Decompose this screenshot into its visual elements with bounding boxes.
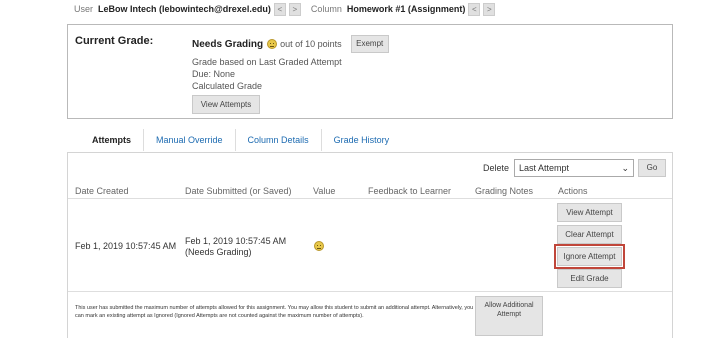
row-submitted-status: (Needs Grading) — [185, 247, 252, 257]
max-attempts-message: This user has submitted the maximum numb… — [75, 305, 474, 319]
delete-select[interactable]: Last Attempt ⌄ — [514, 159, 634, 177]
chevron-down-icon: ⌄ — [621, 163, 629, 173]
column-value: Homework #1 (Assignment) — [346, 4, 466, 14]
tab-grade-history[interactable]: Grade History — [322, 129, 402, 151]
view-attempt-button[interactable]: View Attempt — [557, 203, 622, 222]
header-actions: Actions — [558, 186, 588, 196]
current-grade-details: Needs Grading out of 10 points Exempt Gr… — [192, 35, 389, 114]
points-possible: out of 10 points — [280, 39, 342, 49]
tab-attempts[interactable]: Attempts — [80, 129, 145, 151]
header-feedback: Feedback to Learner — [368, 186, 452, 196]
user-value: LeBow Intech (lebowintech@drexel.edu) — [98, 4, 271, 14]
header-bar: User LeBow Intech (lebowintech@drexel.ed… — [74, 2, 496, 16]
current-grade-title: Current Grade: — [75, 35, 154, 47]
grade-type: Calculated Grade — [192, 81, 263, 91]
user-next-icon[interactable]: > — [288, 2, 301, 16]
needs-grading-icon — [314, 241, 324, 251]
user-label: User — [74, 4, 94, 14]
attempts-panel: Delete Last Attempt ⌄ Go Date Created Da… — [67, 152, 673, 338]
allow-additional-attempt-button[interactable]: Allow Additional Attempt — [475, 296, 543, 336]
delete-select-value: Last Attempt — [519, 163, 570, 173]
tab-column-details[interactable]: Column Details — [236, 129, 322, 151]
header-grading-notes: Grading Notes — [475, 186, 534, 196]
header-divider — [68, 198, 672, 199]
tab-bar: Attempts Manual Override Column Details … — [80, 128, 401, 152]
grade-basis: Grade based on Last Graded Attempt — [192, 57, 342, 67]
go-button[interactable]: Go — [638, 159, 666, 177]
row-date-created: Feb 1, 2019 10:57:45 AM — [75, 241, 177, 251]
exempt-button[interactable]: Exempt — [350, 35, 389, 53]
delete-bar: Delete Last Attempt ⌄ Go — [483, 159, 666, 177]
view-attempts-button[interactable]: View Attempts — [192, 95, 260, 114]
column-label: Column — [310, 4, 342, 14]
header-date-created: Date Created — [75, 186, 129, 196]
tab-manual-override[interactable]: Manual Override — [144, 129, 236, 151]
user-prev-icon[interactable]: < — [273, 2, 286, 16]
grade-status: Needs Grading — [192, 38, 264, 50]
current-grade-panel: Current Grade: Needs Grading out of 10 p… — [67, 24, 673, 119]
edit-grade-button[interactable]: Edit Grade — [557, 269, 622, 288]
row-date-submitted: Feb 1, 2019 10:57:45 AM — [185, 236, 287, 246]
header-date-submitted: Date Submitted (or Saved) — [185, 186, 292, 196]
column-prev-icon[interactable]: < — [468, 2, 481, 16]
header-value: Value — [313, 186, 336, 196]
actions-column: View Attempt Clear Attempt Ignore Attemp… — [554, 203, 625, 291]
needs-grading-icon — [267, 39, 278, 49]
clear-attempt-button[interactable]: Clear Attempt — [557, 225, 622, 244]
due-date: Due: None — [192, 69, 236, 79]
ignore-attempt-button[interactable]: Ignore Attempt — [554, 244, 625, 269]
delete-label: Delete — [482, 163, 509, 173]
column-next-icon[interactable]: > — [483, 2, 496, 16]
row-divider — [68, 291, 672, 292]
